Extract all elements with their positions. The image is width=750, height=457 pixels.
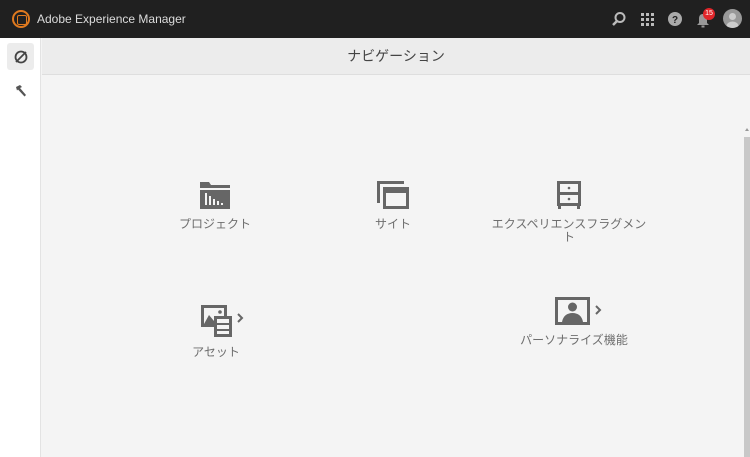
- user-icon: [726, 13, 739, 28]
- page-title: ナビゲーション: [42, 38, 750, 75]
- projects-icon: [200, 182, 230, 209]
- user-avatar[interactable]: [723, 9, 742, 28]
- apps-grid-icon[interactable]: [639, 11, 655, 27]
- tile-projects[interactable]: プロジェクト: [165, 180, 265, 231]
- search-icon[interactable]: [611, 11, 627, 27]
- tile-label: プロジェクト: [178, 217, 251, 231]
- experience-fragments-icon: [557, 181, 581, 209]
- svg-text:?: ?: [672, 15, 678, 26]
- navigation-rail-button[interactable]: [7, 43, 34, 70]
- tile-label: エクスペリエンスフラグメント: [491, 217, 647, 244]
- vertical-scrollbar[interactable]: [744, 137, 750, 457]
- tile-sites[interactable]: サイト: [343, 180, 443, 231]
- top-bar: Adobe Experience Manager ? 15: [0, 0, 750, 38]
- notification-badge[interactable]: 15: [703, 8, 715, 20]
- tile-label: パーソナライズ機能: [520, 333, 628, 347]
- hammer-icon: [15, 84, 26, 96]
- compass-icon: [14, 50, 27, 63]
- sites-icon: [377, 181, 409, 209]
- app-title[interactable]: Adobe Experience Manager: [37, 12, 186, 26]
- tile-label: アセット: [192, 345, 240, 359]
- side-rail: [0, 38, 41, 457]
- help-icon[interactable]: ?: [667, 11, 683, 27]
- tile-label: サイト: [374, 217, 411, 231]
- tile-assets[interactable]: アセット: [166, 304, 266, 359]
- aem-logo-icon[interactable]: [12, 10, 30, 28]
- personalization-icon: [555, 297, 602, 325]
- tile-personalization[interactable]: パーソナライズ機能: [514, 296, 634, 347]
- tools-rail-button[interactable]: [7, 77, 34, 104]
- scroll-up-arrow-icon[interactable]: [745, 128, 749, 131]
- tile-experience-fragments[interactable]: エクスペリエンスフラグメント: [489, 180, 649, 244]
- assets-icon: [201, 305, 244, 337]
